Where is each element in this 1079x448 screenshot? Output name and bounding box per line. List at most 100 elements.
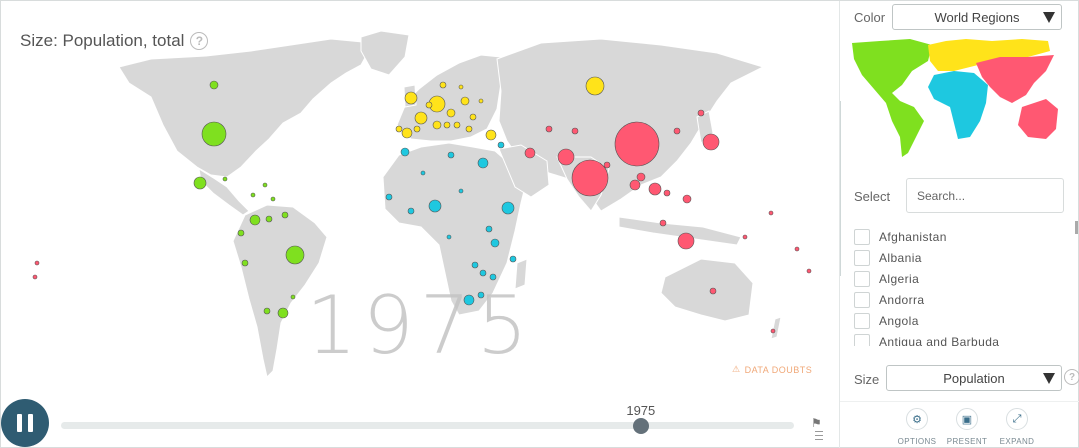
country-bubble-asia[interactable]	[663, 189, 671, 197]
country-bubble-africa[interactable]	[407, 207, 415, 215]
country-bubble-asia[interactable]	[806, 268, 812, 274]
country-bubble-africa[interactable]	[490, 238, 500, 248]
country-bubble-asia[interactable]	[603, 161, 611, 169]
country-bubble-asia[interactable]	[770, 328, 776, 334]
country-bubble-africa[interactable]	[479, 269, 487, 277]
country-bubble-asia[interactable]	[32, 274, 38, 280]
country-list-item[interactable]: Angola	[854, 310, 1069, 331]
country-bubble-asia[interactable]	[742, 234, 748, 240]
country-bubble-europe[interactable]	[404, 91, 418, 105]
country-bubble-asia[interactable]	[794, 246, 800, 252]
country-bubble-africa[interactable]	[458, 188, 464, 194]
country-bubble-africa[interactable]	[509, 255, 517, 263]
country-bubble-americas[interactable]	[201, 121, 227, 147]
flag-icon[interactable]: ⚑	[811, 416, 822, 430]
list-scrollbar[interactable]	[1075, 221, 1078, 234]
country-bubble-asia[interactable]	[768, 210, 774, 216]
country-bubble-americas[interactable]	[270, 196, 276, 202]
country-checkbox[interactable]	[854, 312, 870, 329]
country-checkbox[interactable]	[854, 333, 870, 346]
country-bubble-europe[interactable]	[453, 121, 461, 129]
country-bubble-europe[interactable]	[478, 98, 484, 104]
country-bubble-americas[interactable]	[209, 80, 219, 90]
country-bubble-americas[interactable]	[222, 176, 228, 182]
country-bubble-africa[interactable]	[501, 201, 515, 215]
country-bubble-americas[interactable]	[250, 192, 256, 198]
country-bubble-asia[interactable]	[636, 172, 646, 182]
country-bubble-americas[interactable]	[262, 182, 268, 188]
country-bubble-europe[interactable]	[446, 108, 456, 118]
help-icon[interactable]: ?	[1064, 369, 1079, 385]
country-bubble-asia[interactable]	[545, 125, 553, 133]
country-bubble-asia[interactable]	[677, 232, 695, 250]
region-minimap[interactable]	[850, 37, 1065, 159]
country-bubble-asia[interactable]	[557, 148, 575, 166]
country-bubble-africa[interactable]	[428, 199, 442, 213]
country-bubble-africa[interactable]	[420, 170, 426, 176]
country-bubble-americas[interactable]	[281, 211, 289, 219]
country-bubble-americas[interactable]	[265, 215, 273, 223]
country-bubble-asia[interactable]	[702, 133, 720, 151]
country-bubble-europe[interactable]	[401, 127, 413, 139]
country-bubble-americas[interactable]	[249, 214, 261, 226]
country-bubble-americas[interactable]	[193, 176, 207, 190]
country-bubble-europe[interactable]	[413, 125, 421, 133]
country-bubble-asia[interactable]	[614, 121, 660, 167]
size-select[interactable]: Population	[886, 365, 1062, 391]
country-list-item[interactable]: Albania	[854, 247, 1069, 268]
country-bubble-asia[interactable]	[648, 182, 662, 196]
country-bubble-americas[interactable]	[263, 307, 271, 315]
country-bubble-asia[interactable]	[697, 109, 705, 117]
country-bubble-asia[interactable]	[524, 147, 536, 159]
country-bubble-africa[interactable]	[477, 157, 489, 169]
pause-button[interactable]	[1, 399, 49, 447]
country-bubble-asia[interactable]	[673, 127, 681, 135]
country-bubble-europe[interactable]	[439, 81, 447, 89]
time-slider-track[interactable]	[61, 422, 794, 429]
country-list-item[interactable]: Andorra	[854, 289, 1069, 310]
country-bubble-africa[interactable]	[385, 193, 393, 201]
country-bubble-europe[interactable]	[425, 101, 433, 109]
country-bubble-asia[interactable]	[571, 159, 609, 197]
country-bubble-europe[interactable]	[458, 84, 464, 90]
country-bubble-europe[interactable]	[460, 96, 470, 106]
country-bubble-africa[interactable]	[447, 151, 455, 159]
country-bubble-europe[interactable]	[465, 125, 473, 133]
country-list-item[interactable]: Antigua and Barbuda	[854, 331, 1069, 346]
country-bubble-africa[interactable]	[485, 225, 493, 233]
country-bubble-americas[interactable]	[285, 245, 305, 265]
country-bubble-americas[interactable]	[241, 259, 249, 267]
country-bubble-africa[interactable]	[471, 261, 479, 269]
country-list-item[interactable]: Afghanistan	[854, 226, 1069, 247]
country-bubble-europe[interactable]	[432, 120, 442, 130]
country-bubble-asia[interactable]	[629, 179, 641, 191]
country-bubble-americas[interactable]	[290, 294, 296, 300]
help-icon[interactable]: ?	[190, 32, 209, 50]
country-checkbox[interactable]	[854, 291, 870, 308]
country-bubble-africa[interactable]	[446, 234, 452, 240]
country-checkbox[interactable]	[854, 270, 870, 287]
country-bubble-asia[interactable]	[659, 219, 667, 227]
country-bubble-europe[interactable]	[443, 121, 451, 129]
country-checkbox[interactable]	[854, 228, 870, 245]
speed-ticks[interactable]	[815, 431, 823, 443]
country-bubble-asia[interactable]	[571, 127, 579, 135]
country-bubble-africa[interactable]	[497, 141, 505, 149]
country-bubble-europe[interactable]	[485, 129, 497, 141]
country-bubble-americas[interactable]	[237, 229, 245, 237]
country-bubble-asia[interactable]	[682, 194, 692, 204]
expand-button[interactable]: ⤢ EXPAND	[987, 408, 1047, 446]
country-bubble-europe[interactable]	[395, 125, 403, 133]
color-select[interactable]: World Regions	[892, 4, 1062, 30]
search-input[interactable]	[906, 178, 1064, 213]
country-bubble-asia[interactable]	[34, 260, 40, 266]
country-bubble-europe[interactable]	[469, 113, 477, 121]
country-checkbox[interactable]	[854, 249, 870, 266]
country-bubble-europe[interactable]	[414, 111, 428, 125]
country-bubble-europe[interactable]	[585, 76, 605, 96]
time-slider-handle[interactable]	[632, 418, 649, 434]
country-list-item[interactable]: Algeria	[854, 268, 1069, 289]
country-bubble-americas[interactable]	[277, 307, 289, 319]
data-doubts-link[interactable]: ⚠ DATA DOUBTS	[732, 364, 812, 375]
country-bubble-africa[interactable]	[400, 147, 410, 157]
